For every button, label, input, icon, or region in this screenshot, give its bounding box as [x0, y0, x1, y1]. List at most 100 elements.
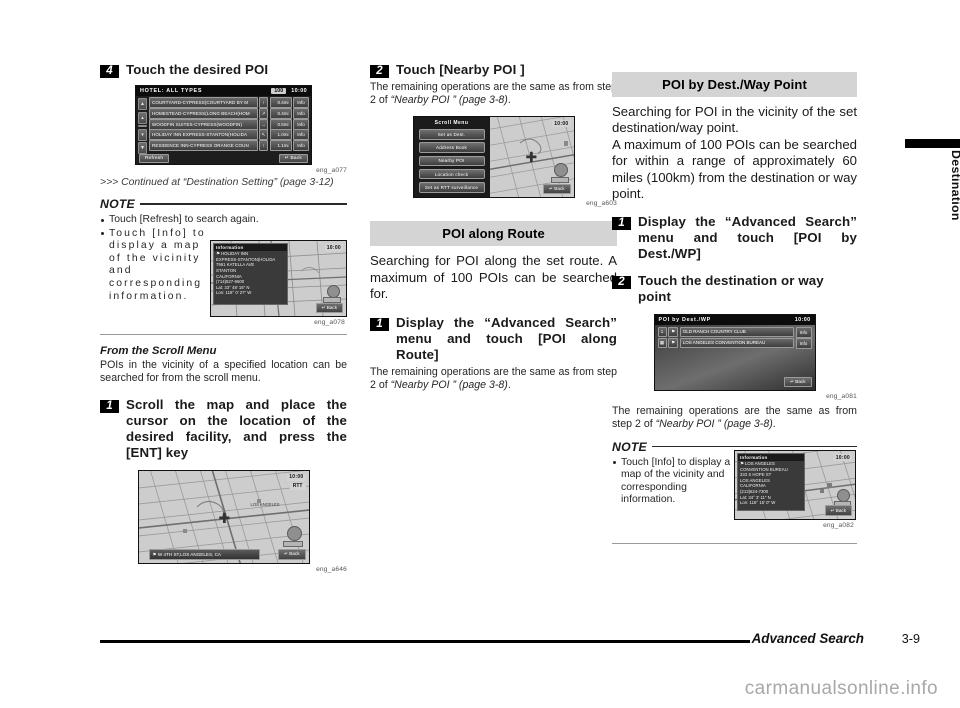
table-row[interactable]: WOODFIN SUITES-CYPRESS(WOODFIN) → 0.5mi …: [149, 118, 309, 130]
after-figure-body: The remaining operations are the same as…: [612, 405, 857, 430]
note-rule: [139, 203, 347, 205]
chapter-tab-marker: [905, 139, 960, 148]
poi-direction-icon: ↑: [259, 97, 268, 109]
watermark: carmanualsonline.info: [744, 678, 938, 699]
figure-info-map: 10:00 Information ⚑ HOLIDAY INN EXPRESS-…: [210, 240, 347, 327]
figure-caption: eng_a078: [314, 319, 345, 327]
menu-item-location-check[interactable]: Location check: [418, 168, 485, 180]
table-row[interactable]: ▦ ⚑ LOS ANGELES CONVENTION BUREAU Info: [657, 337, 812, 349]
nav-screen-poi-list: HOTEL: ALL TYPES 100 10:00 ▲ ▴ ▾ ▼ COURT…: [135, 85, 312, 165]
refresh-button[interactable]: Refresh: [139, 153, 170, 164]
scroll-thumb[interactable]: [138, 125, 147, 127]
poi-name[interactable]: WOODFIN SUITES-CYPRESS(WOODFIN): [149, 118, 258, 130]
menu-item-set-as-rtt[interactable]: Set as RTT surveillance: [418, 181, 485, 193]
nav-screen-scroll-menu: ✚ Scroll Menu Set as Dest. Address Book …: [412, 116, 575, 199]
scroll-top-icon[interactable]: ▲: [138, 98, 147, 110]
back-button[interactable]: ↵ Back: [784, 376, 812, 388]
row-number: 1: [657, 326, 667, 338]
compass-icon[interactable]: [286, 525, 302, 541]
poi-info-button[interactable]: Info: [293, 107, 309, 119]
scroll-controls[interactable]: ▲ ▴ ▾ ▼: [138, 98, 147, 154]
poi-name[interactable]: HOLIDAY INN EXPRESS-STANTON(HOLIDA: [149, 129, 258, 141]
nav-clock: 10:00: [324, 244, 343, 252]
nav-clock: 10:00: [833, 454, 852, 461]
list-item: Touch [Info] to display a map of the vic…: [612, 457, 733, 507]
table-row[interactable]: HOMESTEAD-CYPRESS(LONG BEACH(HOM ↗ 0.4mi…: [149, 107, 309, 119]
poi-rows: COURTYARD-CYPRESS(COURTYARD BY M ↑ 0.4mi…: [149, 97, 309, 154]
table-row[interactable]: HOLIDAY INN EXPRESS-STANTON(HOLIDA ↖ 1.0…: [149, 129, 309, 141]
back-button[interactable]: ↵ Back: [824, 505, 852, 516]
manual-page: 4 Touch the desired POI HOTEL: ALL TYPES…: [0, 0, 960, 708]
poi-name[interactable]: OLD RANCH COUNTRY CLUB: [679, 326, 794, 338]
poi-distance: 1.0mi: [269, 129, 292, 141]
panel-title: Information: [214, 244, 287, 252]
section-body: Searching for POI along the set route. A…: [370, 253, 617, 301]
information-panel: Information ⚑ HOLIDAY INN EXPRESS-STANTO…: [213, 243, 288, 306]
step-number-badge: 1: [370, 318, 389, 332]
back-button[interactable]: ↵ Back: [278, 153, 308, 164]
scroll-up-icon[interactable]: ▴: [138, 111, 147, 124]
map-poi-label: LOS ANGELES: [250, 501, 280, 507]
body-text: of: [378, 93, 391, 106]
menu-item-address-book[interactable]: Address Book: [418, 142, 485, 153]
figure-caption: eng_a603: [586, 200, 617, 208]
figure-caption: eng_a077: [316, 167, 347, 174]
note-label: NOTE: [100, 197, 135, 211]
flag-icon: ⚑: [668, 337, 679, 349]
step-number-badge: 2: [612, 276, 631, 290]
note-block-left: NOTE Touch [Refresh] to search again. To…: [100, 197, 347, 336]
back-button[interactable]: ↵ Back: [315, 302, 343, 314]
poi-info-button[interactable]: Info: [293, 139, 309, 151]
nav-screen-scroll-map: ✚ 10:00 RTT LOS ANGELES ⚑ W 4TH ST,LOS A…: [137, 469, 310, 564]
table-row[interactable]: RESIDENCE INN-CYPRESS ORANGE COUN ↑ 1.1m…: [149, 139, 309, 151]
poi-info-button[interactable]: Info: [293, 118, 309, 130]
poi-direction-icon: ↗: [259, 107, 268, 119]
table-row[interactable]: COURTYARD-CYPRESS(COURTYARD BY M ↑ 0.4mi…: [149, 97, 309, 109]
scroll-down-icon[interactable]: ▾: [138, 128, 147, 141]
poi-info-button[interactable]: Info: [293, 97, 309, 109]
waypoint-icon: ▦: [657, 337, 667, 349]
section-banner-poi-along-route: POI along Route: [370, 221, 617, 247]
body-text: of: [378, 379, 391, 391]
step-1-heading-mid: 1 Display the “Advanced Search” menu and…: [370, 315, 617, 363]
map-scale-icon: [550, 177, 569, 184]
panel-title: Information: [738, 454, 804, 461]
poi-info-button[interactable]: Info: [293, 129, 309, 141]
back-button[interactable]: ↵ Back: [543, 183, 571, 195]
note-header: NOTE: [100, 197, 347, 211]
figure-caption: eng_a082: [823, 522, 854, 529]
poi-info-button[interactable]: Info: [795, 337, 812, 349]
nav-screen-poi-by-dest: POI by Dest./WP 10:00 1 ⚑ OLD RANCH COUN…: [653, 314, 816, 392]
poi-direction-icon: ↑: [259, 139, 268, 151]
table-row[interactable]: 1 ⚑ OLD RANCH COUNTRY CLUB Info: [657, 326, 812, 338]
footer-rule: [100, 640, 750, 643]
nav-clock: 10:00: [291, 88, 307, 94]
step-4-heading: 4 Touch the desired POI: [100, 62, 347, 78]
poi-name[interactable]: LOS ANGELES CONVENTION BUREAU: [679, 337, 794, 349]
list-item: Touch [Info] to display a map of the vic…: [100, 228, 217, 304]
chapter-tab-label: Destination: [949, 150, 960, 221]
back-button[interactable]: ↵ Back: [278, 548, 306, 560]
menu-item-nearby-poi[interactable]: Nearby POI: [418, 155, 485, 167]
poi-distance: 0.5mi: [269, 118, 292, 130]
figure-caption: eng_a081: [826, 393, 857, 401]
body-text: .: [772, 418, 776, 431]
step-4-title: Touch the desired POI: [126, 62, 269, 77]
rtt-badge: RTT: [289, 482, 306, 490]
nav-screen-footer: Refresh ↵ Back: [136, 153, 311, 164]
cross-reference: “Nearby POI ” (page 3-8): [390, 379, 508, 391]
compass-icon[interactable]: [553, 163, 568, 178]
step-2-heading-right: 2 Touch the destination or way point: [612, 273, 857, 305]
poi-info-button[interactable]: Info: [795, 326, 812, 338]
step-2-title: Touch the destination or way point: [638, 273, 824, 305]
body-text: .: [507, 93, 511, 106]
menu-item-set-as-dest[interactable]: Set as Dest.: [418, 129, 485, 140]
poi-name[interactable]: RESIDENCE INN-CYPRESS ORANGE COUN: [149, 139, 258, 151]
step-1-heading-right: 1 Display the “Advanced Search” menu and…: [612, 214, 857, 262]
poi-dest-rows: 1 ⚑ OLD RANCH COUNTRY CLUB Info ▦ ⚑ LOS …: [655, 325, 815, 349]
poi-name[interactable]: COURTYARD-CYPRESS(COURTYARD BY M: [149, 97, 258, 109]
poi-name[interactable]: HOMESTEAD-CYPRESS(LONG BEACH(HOM: [149, 107, 258, 119]
poi-direction-icon: ↖: [259, 129, 268, 141]
figure-scroll-menu: ✚ Scroll Menu Set as Dest. Address Book …: [370, 116, 617, 207]
nav-clock: 10:00: [287, 473, 306, 481]
